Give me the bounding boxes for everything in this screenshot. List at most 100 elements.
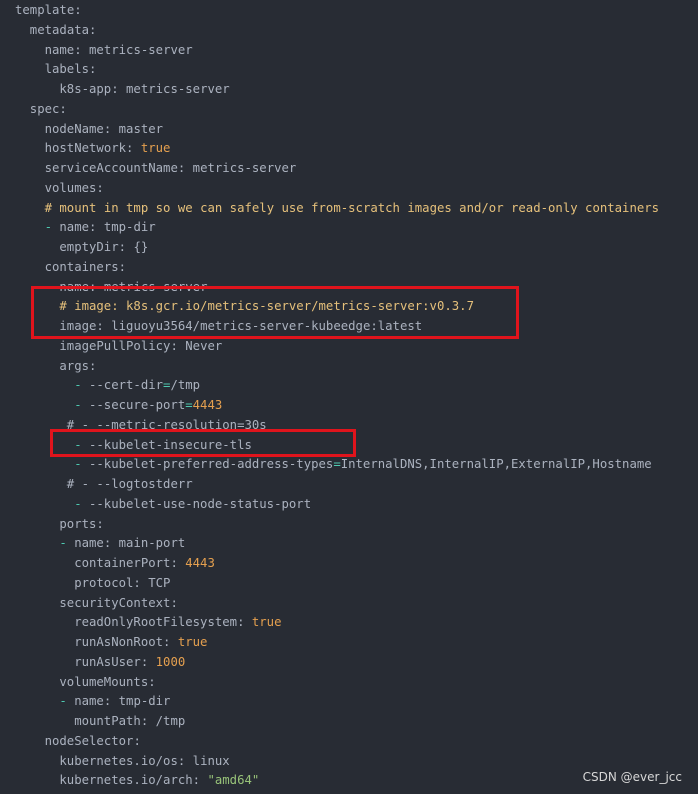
code-token: args [59,358,90,373]
code-token: Never [185,338,223,353]
code-line: kubernetes.io/arch: "amd64" [59,770,259,790]
code-token: kubernetes.io/arch [59,773,193,788]
code-line: - name: tmp-dir [59,691,170,711]
code-line: - name: metrics-server [45,277,208,297]
code-token: master [118,121,164,136]
code-token: name [59,220,90,235]
code-token: {} [133,240,149,254]
code-token: protocol [74,575,134,590]
code-line: metadata: [30,20,97,40]
code-token: - [59,694,75,709]
code-token: name [74,694,104,709]
code-line: - --kubelet-insecure-tls [74,435,252,455]
code-token: : [103,694,119,709]
code-token: : [163,635,178,649]
code-token: - [74,378,89,393]
code-token: tmp-dir [118,694,171,709]
code-token: volumeMounts [59,674,149,689]
code-token: : [89,22,97,37]
code-token: : [89,279,104,294]
code-token: : [140,714,156,728]
code-token: nodeSelector [44,733,134,748]
code-token: : [237,615,252,630]
code-line: template: [15,0,82,20]
code-line: # - --metric-resolution=30s [67,415,267,435]
code-token: : [170,338,186,353]
code-token: runAsUser [74,654,141,669]
code-token: : [74,42,90,57]
code-token: - [44,279,60,294]
code-line: nodeSelector: [45,731,141,751]
code-token: spec [29,101,60,116]
code-line: - --secure-port=4443 [74,395,222,415]
code-line: readOnlyRootFilesystem: true [74,612,281,632]
code-token: - [59,536,75,551]
code-token: k8s-app [59,82,112,96]
code-token: nodeName [44,121,104,136]
code-token: --cert-dir [89,378,164,393]
code-line: - name: main-port [59,533,185,553]
code-token: --secure-port [89,398,186,412]
code-token: linux [192,753,230,768]
code-token: liguoyu3564/metrics-server-kubeedge:late… [111,319,423,333]
code-token: true [140,141,171,156]
code-token: containers [44,259,119,274]
code-token: securityContext [59,595,171,610]
code-line: - --kubelet-use-node-status-port [74,494,311,514]
code-line: spec: [30,99,67,119]
code-token: # mount in tmp so we can safely use from… [44,200,660,215]
code-token: 4443 [185,556,215,570]
code-token: template [15,3,75,17]
code-line: nodeName: master [45,119,163,139]
code-token: - [74,398,89,412]
code-line: labels: [45,59,97,79]
code-token: /tmp [170,378,201,393]
code-token: - [74,496,89,511]
code-token: : [89,358,97,373]
code-token: : [140,654,156,669]
code-token: : [96,319,112,333]
code-token: kubernetes.io/os [59,753,178,768]
code-token: : [103,536,119,551]
yaml-code-editor[interactable]: template: metadata: name: metrics-server la… [0,0,698,794]
code-token: mountPath [74,714,141,728]
code-token: : [118,259,127,274]
code-line: - --cert-dir=/tmp [74,375,200,395]
code-token: labels [44,62,90,77]
code-line: # - --logtostderr [67,474,193,494]
code-token: name [59,279,90,294]
code-line: runAsNonRoot: true [74,632,207,652]
code-line: ports: [59,514,103,534]
code-token: tmp-dir [103,220,156,235]
code-line: kubernetes.io/os: linux [59,751,229,771]
code-token: ports [59,516,97,531]
code-token: InternalDNS,InternalIP,ExternalIP,Hostna… [340,457,652,472]
code-token: : [133,575,149,590]
code-token: hostNetwork [44,141,127,156]
code-token: : [89,220,104,235]
code-line: args: [59,356,96,376]
code-token: /tmp [155,714,186,728]
code-line: - name: tmp-dir [45,217,156,237]
code-token: TCP [148,575,171,590]
code-token: serviceAccountName [44,161,178,175]
code-token: readOnlyRootFilesystem [74,615,238,630]
code-token: : [192,773,208,788]
code-token: true [177,635,208,649]
code-line: emptyDir: {} [59,237,148,257]
code-token: : [148,674,156,689]
code-line: imagePullPolicy: Never [59,336,222,356]
code-token: - [74,437,89,452]
code-line: # image: k8s.gcr.io/metrics-server/metri… [59,296,474,316]
code-line: securityContext: [59,593,177,613]
code-line: containers: [45,257,126,277]
code-token: imagePullPolicy [59,338,171,353]
code-line: containerPort: 4443 [74,553,215,573]
code-line: mountPath: /tmp [74,711,185,731]
code-token: : [59,101,67,116]
code-token: : [96,516,104,531]
code-token: - [74,457,89,472]
code-token: : [133,733,141,748]
code-token: : [74,3,82,17]
code-token: # - --metric-resolution=30s [66,417,267,432]
